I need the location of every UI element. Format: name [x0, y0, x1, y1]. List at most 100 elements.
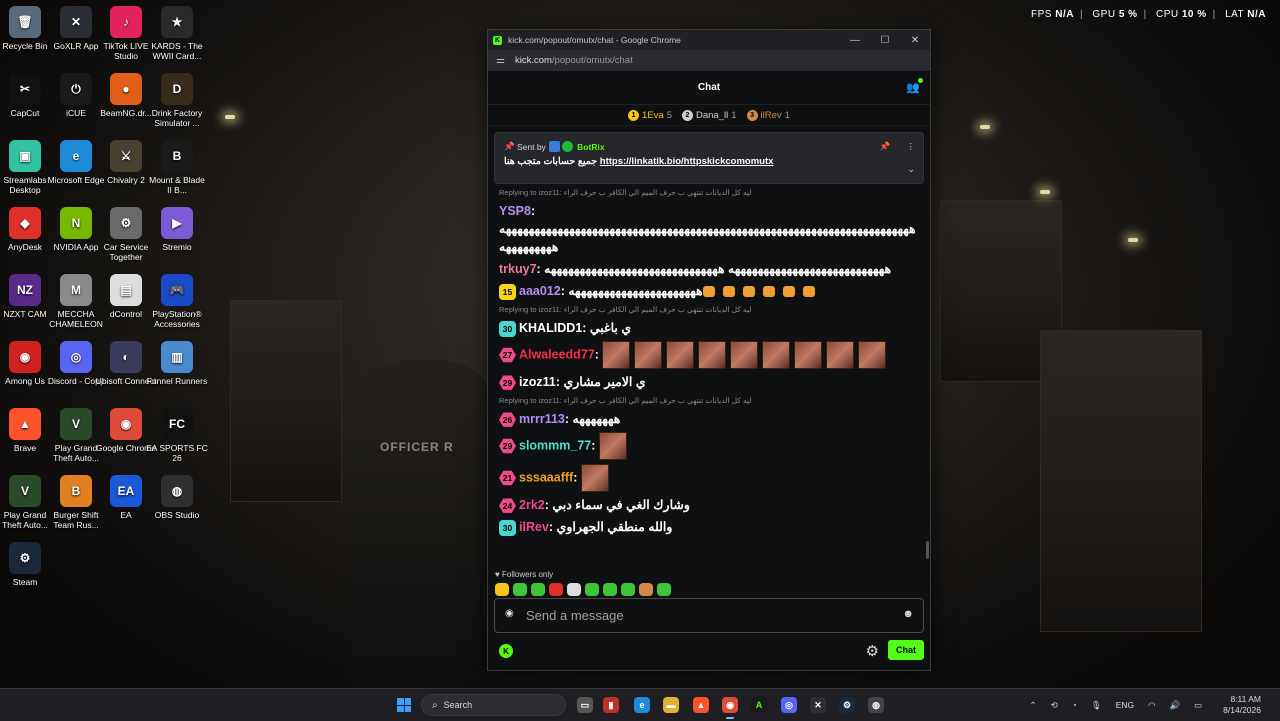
chat-message[interactable]: 15 aaa012: ههههههههههههههههههههههه	[499, 282, 914, 300]
steam-icon[interactable]: ⚙	[839, 697, 855, 713]
desktop-icon[interactable]: B Mount & Blade II B...	[146, 140, 208, 195]
chat-identity-icon[interactable]: ◉	[505, 608, 514, 619]
taskbar-app-icon[interactable]: ◍	[868, 697, 884, 713]
task-view-icon[interactable]: ▭	[577, 697, 593, 713]
battery-icon[interactable]: ▭	[1194, 700, 1202, 711]
pinned-message[interactable]: 📌 Sent by BotRix 📌 ⋮ جميع حسابات متجب هنا…	[494, 132, 924, 184]
language-indicator[interactable]: ENG	[1116, 700, 1134, 710]
window-titlebar[interactable]: K kick.com/popout/omutx/chat - Google Ch…	[488, 30, 930, 50]
message-username[interactable]: Alwaleedd77	[519, 347, 595, 361]
top-gifter[interactable]: 3 ilRev 1	[746, 109, 790, 121]
desktop-app-icon: D	[161, 73, 193, 105]
taskbar-search[interactable]: ⌕ Search	[421, 694, 566, 716]
volume-icon[interactable]: 🔊	[1170, 700, 1181, 711]
taskbar-app-icon[interactable]: ▮	[603, 697, 619, 713]
chat-messages[interactable]: 📌 Sent by BotRix 📌 ⋮ جميع حسابات متجب هنا…	[488, 126, 930, 568]
message-separator: :	[564, 412, 573, 426]
send-chat-button[interactable]: Chat	[888, 640, 924, 660]
chrome-icon[interactable]: ◉	[722, 697, 738, 719]
message-username[interactable]: 2rk2	[519, 498, 545, 512]
chat-message[interactable]: YSP8: هههههههههههههههههههههههههههههههههه…	[499, 202, 916, 256]
kick-menu-icon[interactable]: K	[499, 644, 513, 658]
subscriber-badge: 26	[499, 412, 516, 427]
message-username[interactable]: slommm_77	[519, 438, 591, 452]
emote-image	[580, 464, 609, 492]
pinned-link[interactable]: https://linkatik.bio/httpskickcomomutx	[600, 156, 774, 167]
settings-gear-icon[interactable]: ⚙	[866, 642, 879, 660]
chat-message[interactable]: 26 mrrr113: هههههههه	[499, 410, 914, 428]
more-options-icon[interactable]: ⋮	[907, 141, 916, 152]
chevron-down-icon[interactable]: ⌄	[907, 164, 915, 175]
bot-name[interactable]: BotRix	[577, 142, 604, 152]
emote-button[interactable]	[513, 583, 527, 596]
chat-message[interactable]: trkuy7: هههههههههههههههههههههههههههه ههه…	[499, 260, 914, 278]
chat-scrollbar[interactable]	[926, 541, 929, 559]
chevron-up-icon[interactable]: ⌃	[1030, 700, 1037, 711]
chat-message[interactable]: 30 ilRev: والله منطقي الجهراوي	[499, 518, 914, 536]
chat-message[interactable]: 29 slommm_77:	[499, 432, 914, 460]
address-bar[interactable]: ⚌ kick.com/popout/omutx/chat	[488, 50, 930, 71]
emote-button[interactable]	[657, 583, 671, 596]
reply-context[interactable]: Replying to izoz11: ليه كل الديانات تنته…	[499, 187, 914, 198]
top-gifter[interactable]: 1 1Eva 5	[628, 109, 672, 121]
desktop-icon[interactable]: FC EA SPORTS FC 26	[146, 408, 208, 463]
edge-icon[interactable]: e	[634, 697, 650, 713]
desktop-icon[interactable]: ⚙ Steam	[0, 542, 56, 587]
clock[interactable]: 8:11 AM 8/14/2026	[1216, 694, 1268, 716]
desktop-icon[interactable]: ▶ Stremio	[146, 207, 208, 252]
emote-button[interactable]	[567, 583, 581, 596]
wifi-icon[interactable]: ◠	[1148, 700, 1155, 711]
message-username[interactable]: aaa012	[519, 284, 561, 298]
emote-button[interactable]	[585, 583, 599, 596]
emote-button[interactable]	[621, 583, 635, 596]
top-gifter[interactable]: 2 Dana_ll 1	[682, 109, 737, 121]
message-username[interactable]: YSP8	[499, 204, 531, 218]
reply-context[interactable]: Replying to izoz11: ليه كل الديانات تنته…	[499, 395, 914, 406]
desktop-icon[interactable]: ▥ Funnel Runners	[146, 341, 208, 386]
emote-image	[762, 341, 791, 369]
tray-app-icon[interactable]: ◔	[1072, 700, 1077, 710]
users-icon[interactable]: 👥	[906, 78, 923, 94]
minimize-button[interactable]: —	[840, 35, 870, 46]
chat-message[interactable]: 24 2rk2: وشارك الغي في سماء دبي	[499, 496, 914, 514]
emote-button[interactable]	[549, 583, 563, 596]
desktop-icon[interactable]: 🎮 PlayStation® Accessories	[146, 274, 208, 329]
message-username[interactable]: sssaaafff	[519, 470, 573, 484]
chat-message[interactable]: 29 izoz11: ي الامير مشاري	[499, 373, 914, 391]
desktop-icon[interactable]: ★ KARDS - The WWII Card...	[146, 6, 208, 61]
taskbar-app-icon[interactable]: A	[751, 697, 767, 713]
emote-button[interactable]	[495, 583, 509, 596]
site-settings-icon[interactable]: ⚌	[496, 55, 505, 66]
message-username[interactable]: KHALIDD1	[519, 321, 582, 335]
emoji-picker-icon[interactable]: ☻	[902, 608, 914, 620]
message-input[interactable]: ◉ Send a message ☻	[494, 598, 924, 633]
unpin-icon[interactable]: 📌	[880, 141, 891, 152]
desktop-icon[interactable]: ◍ OBS Studio	[146, 475, 208, 520]
desktop-icon[interactable]: D Drink Factory Simulator ...	[146, 73, 208, 128]
emote-button[interactable]	[603, 583, 617, 596]
message-username[interactable]: mrrr113	[519, 412, 565, 426]
message-username[interactable]: trkuy7	[499, 262, 537, 276]
file-explorer-icon[interactable]: ▬	[663, 697, 679, 713]
reply-context[interactable]: Replying to izoz11: ليه كل الديانات تنته…	[499, 304, 914, 315]
message-separator: :	[594, 347, 603, 362]
chat-message[interactable]: 30 KHALIDD1: ي باغبي	[499, 319, 914, 337]
windows-start-icon[interactable]	[397, 698, 411, 712]
message-username[interactable]: izoz11	[519, 375, 556, 389]
goxlr-icon[interactable]: ✕	[810, 697, 826, 713]
maximize-button[interactable]: ☐	[870, 35, 900, 46]
chat-message[interactable]: 27 Alwaleedd77:	[499, 341, 914, 369]
desktop-app-icon: ◉	[110, 408, 142, 440]
chat-message[interactable]: 21 sssaaafff:	[499, 464, 914, 492]
close-button[interactable]: ✕	[900, 35, 930, 46]
emote-button[interactable]	[531, 583, 545, 596]
brave-icon[interactable]: ▲	[693, 697, 709, 713]
tray-app-icon[interactable]: ⟲	[1051, 700, 1058, 711]
gifter-rank-badge: 3	[746, 109, 758, 121]
microphone-icon[interactable]: 🎙	[1091, 700, 1102, 711]
desktop-app-icon: ▶	[161, 207, 193, 239]
discord-icon[interactable]: ◎	[781, 697, 797, 713]
emote-button[interactable]	[639, 583, 653, 596]
message-username[interactable]: ilRev	[519, 520, 549, 534]
desktop-app-icon: EA	[110, 475, 142, 507]
